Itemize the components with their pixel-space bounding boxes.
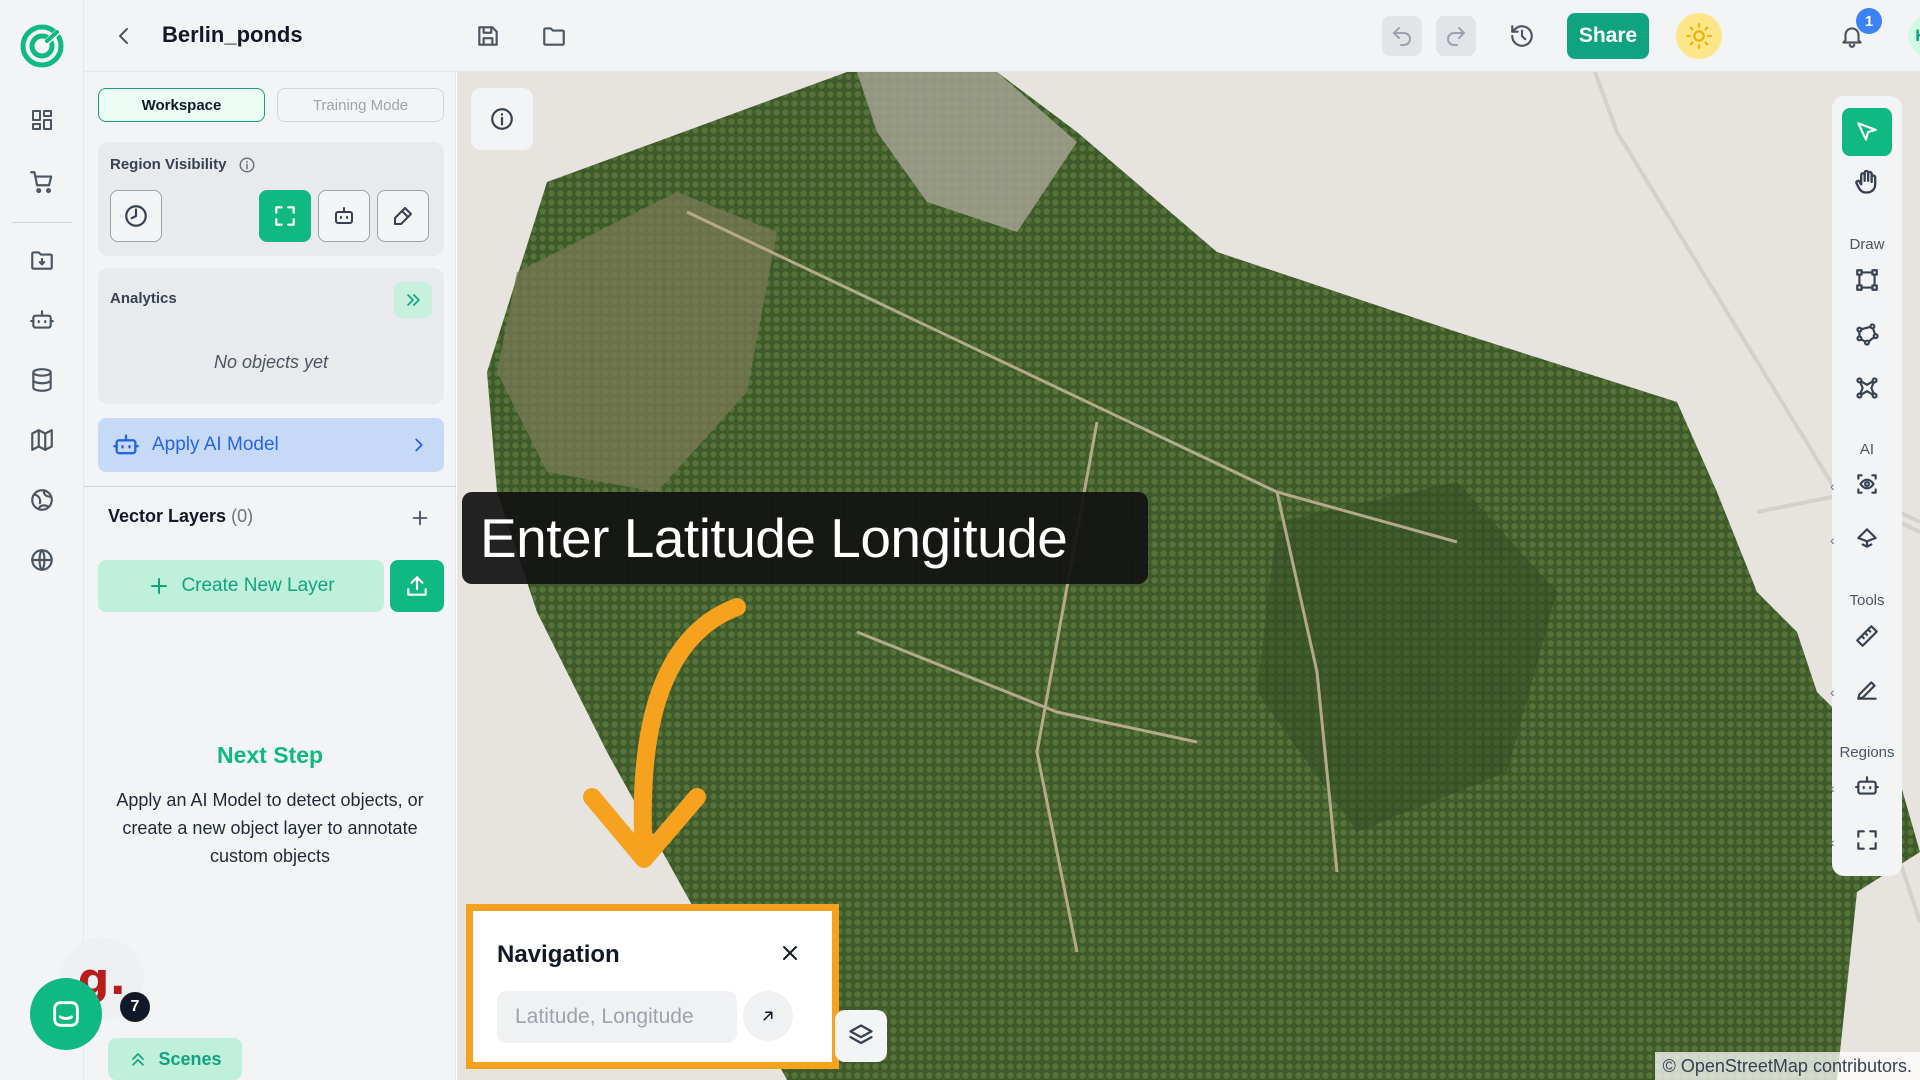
- next-step-text: Apply an AI Model to detect objects, or …: [116, 790, 424, 866]
- left-rail: [0, 0, 84, 1080]
- scenes-button[interactable]: Scenes: [108, 1038, 242, 1080]
- arrow-up-right-icon[interactable]: [743, 991, 793, 1041]
- annotation-arrow: [583, 598, 746, 868]
- history-icon[interactable]: [1502, 16, 1542, 56]
- chevron-left-icon[interactable]: ‹: [1830, 780, 1835, 796]
- create-new-layer-button[interactable]: Create New Layer: [98, 560, 384, 612]
- chat-badge: 7: [120, 992, 150, 1022]
- open-folder-icon[interactable]: [534, 16, 574, 56]
- multi-polygon-icon[interactable]: [1842, 364, 1892, 412]
- regions-section-label: Regions: [1839, 744, 1895, 761]
- chevron-left-icon[interactable]: ‹: [1830, 478, 1835, 494]
- fullscreen-visibility-button[interactable]: [259, 190, 311, 242]
- user-menu[interactable]: KG: [1904, 14, 1920, 58]
- side-panel: Workspace Training Mode Region Visibilit…: [84, 72, 456, 1080]
- avatar: KG: [1908, 16, 1920, 56]
- plus-icon: [147, 574, 171, 598]
- robot-icon[interactable]: [22, 300, 62, 340]
- top-bar: Berlin_ponds Share 1 KG: [84, 0, 1920, 72]
- rail-divider: [12, 222, 72, 223]
- navigation-title: Navigation: [497, 941, 620, 968]
- create-layer-label: Create New Layer: [181, 575, 335, 596]
- info-icon[interactable]: [238, 156, 256, 174]
- save-icon[interactable]: [468, 16, 508, 56]
- analytics-card: Analytics No objects yet: [98, 268, 444, 404]
- polygon-icon[interactable]: [1842, 310, 1892, 358]
- vector-layers-title: Vector Layers (0): [108, 506, 253, 527]
- chevron-left-icon[interactable]: ‹: [1830, 532, 1835, 548]
- upload-icon[interactable]: [390, 560, 444, 612]
- tab-training-mode[interactable]: Training Mode: [277, 88, 444, 122]
- chevrons-up-icon: [128, 1049, 148, 1069]
- info-icon[interactable]: [471, 88, 533, 150]
- draw-section-label: Draw: [1849, 236, 1885, 253]
- map-canvas[interactable]: Enter Latitude Longitude Navigation © Op…: [457, 72, 1920, 1080]
- close-icon[interactable]: [772, 935, 808, 971]
- region-visibility-card: Region Visibility: [98, 142, 444, 256]
- back-icon[interactable]: [104, 16, 144, 56]
- redo-icon[interactable]: [1436, 16, 1476, 56]
- ai-eye-icon[interactable]: [1842, 460, 1892, 508]
- cart-icon[interactable]: [22, 162, 62, 202]
- robot-visibility-button[interactable]: [318, 190, 370, 242]
- notification-badge: 1: [1856, 8, 1882, 34]
- navigation-panel: Navigation: [481, 919, 825, 1055]
- scenes-label: Scenes: [158, 1048, 222, 1069]
- folder-icon[interactable]: [22, 240, 62, 280]
- chevron-left-icon[interactable]: ‹: [1830, 684, 1835, 700]
- mode-tabs: Workspace Training Mode: [98, 88, 444, 124]
- analytics-empty-text: No objects yet: [213, 352, 329, 372]
- pen-icon[interactable]: [1842, 666, 1892, 714]
- ai-section-label: AI: [1859, 441, 1875, 458]
- right-toolbar: Draw AI ‹ ‹ Tools ‹ Regions ‹ ‹: [1830, 96, 1902, 876]
- database-icon[interactable]: [22, 360, 62, 400]
- vector-layers-count: (0): [231, 506, 254, 526]
- plus-icon[interactable]: [404, 502, 436, 534]
- map-icon[interactable]: [22, 420, 62, 460]
- ai-drone-icon[interactable]: [1842, 514, 1892, 562]
- fullscreen-icon[interactable]: [1842, 816, 1892, 864]
- navigation-highlight: Navigation: [466, 904, 839, 1069]
- tools-section-label: Tools: [1849, 592, 1885, 609]
- apply-ai-label: Apply AI Model: [152, 434, 279, 455]
- panel-divider: [84, 486, 456, 487]
- chevron-left-icon[interactable]: ‹: [1830, 834, 1835, 850]
- logo-icon[interactable]: [18, 22, 66, 70]
- map-attribution[interactable]: © OpenStreetMap contributors.: [1654, 1052, 1920, 1080]
- globe-icon[interactable]: [22, 540, 62, 580]
- chat-icon[interactable]: [30, 978, 102, 1050]
- globe-grid-icon[interactable]: [22, 480, 62, 520]
- rectangle-icon[interactable]: [1842, 256, 1892, 304]
- apply-ai-model-button[interactable]: Apply AI Model: [98, 418, 444, 472]
- region-visibility-title: Region Visibility: [110, 156, 227, 173]
- analytics-title: Analytics: [110, 290, 177, 307]
- tab-workspace[interactable]: Workspace: [98, 88, 265, 122]
- clock-visibility-button[interactable]: [110, 190, 162, 242]
- project-title[interactable]: Berlin_ponds: [162, 22, 303, 48]
- latitude-longitude-input[interactable]: [497, 991, 737, 1043]
- expand-analytics-button[interactable]: [394, 282, 432, 318]
- share-button[interactable]: Share: [1567, 13, 1649, 59]
- annotation-tooltip: Enter Latitude Longitude: [462, 492, 1148, 584]
- robot-icon: [112, 431, 140, 459]
- tools-visibility-button[interactable]: [377, 190, 429, 242]
- sun-icon[interactable]: [1676, 13, 1722, 59]
- region-robot-icon[interactable]: [1842, 762, 1892, 810]
- vector-layers-label: Vector Layers: [108, 506, 227, 526]
- hand-icon[interactable]: [1842, 158, 1892, 206]
- dashboard-icon[interactable]: [22, 100, 62, 140]
- layers-icon[interactable]: [835, 1010, 887, 1062]
- next-step-title: Next Step: [216, 742, 324, 768]
- pointer-icon[interactable]: [1842, 108, 1892, 156]
- undo-icon[interactable]: [1382, 16, 1422, 56]
- chevron-right-icon: [408, 434, 430, 456]
- ruler-icon[interactable]: [1842, 612, 1892, 660]
